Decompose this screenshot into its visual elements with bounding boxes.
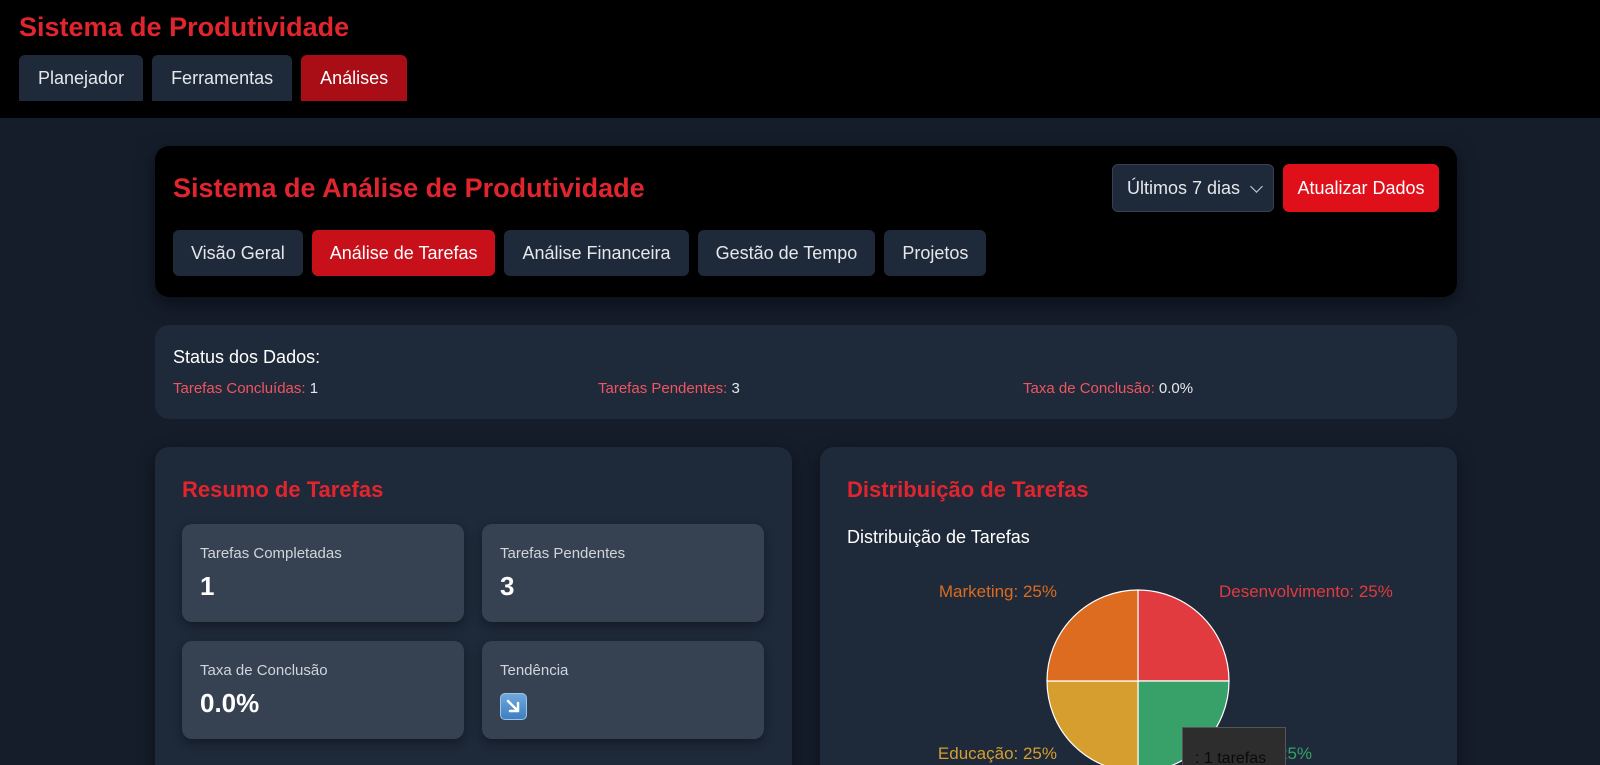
period-select[interactable]: Últimos 7 dias: [1112, 164, 1274, 212]
pie-label-desenvolvimento: Desenvolvimento: 25%: [1219, 582, 1393, 601]
status-rate-value: 0.0%: [1158, 380, 1194, 397]
tooltip-text: : 1 tarefas: [1195, 750, 1267, 765]
pie-slice-marketing[interactable]: [1046, 589, 1139, 682]
analytics-header-card: Sistema de Análise de Produtividade Últi…: [155, 146, 1457, 297]
tab-ferramentas[interactable]: Ferramentas: [152, 55, 293, 101]
stat-completed-value: 1: [200, 571, 215, 601]
chart-tooltip: : 1 tarefas: [1182, 727, 1286, 765]
stat-rate-label: Taxa de Conclusão: [200, 662, 328, 679]
pie-label-educação: Educação: 25%: [938, 744, 1057, 763]
stat-rate: Taxa de Conclusão 0.0%: [182, 641, 464, 739]
status-completed: Tarefas Concluídas: 1: [173, 380, 318, 397]
tab-analise-tarefas[interactable]: Análise de Tarefas: [311, 230, 496, 276]
task-summary-panel: Resumo de Tarefas Tarefas Completadas 1 …: [155, 447, 792, 765]
pie-label-marketing: Marketing: 25%: [939, 582, 1057, 601]
period-select-value: Últimos 7 dias: [1127, 178, 1241, 198]
refresh-data-button[interactable]: Atualizar Dados: [1283, 164, 1439, 212]
pie-slice-educação[interactable]: [1046, 680, 1139, 765]
analysis-tabs: Visão Geral Análise de Tarefas Análise F…: [173, 230, 987, 276]
task-distribution-panel: Distribuição de Tarefas Distribuição de …: [820, 447, 1457, 765]
stat-trend-label: Tendência: [500, 662, 569, 679]
stat-pending: Tarefas Pendentes 3: [482, 524, 764, 622]
stat-completed: Tarefas Completadas 1: [182, 524, 464, 622]
status-pending-label: Tarefas Pendentes:: [598, 380, 728, 397]
stat-completed-label: Tarefas Completadas: [200, 545, 342, 562]
page-title: Sistema de Análise de Produtividade: [173, 173, 645, 203]
chevron-down-icon: [1250, 180, 1263, 193]
top-navbar: Sistema de Produtividade Planejador Ferr…: [0, 0, 1600, 118]
task-summary-title: Resumo de Tarefas: [182, 477, 384, 502]
tab-visao-geral[interactable]: Visão Geral: [173, 230, 303, 276]
stat-pending-value: 3: [500, 571, 515, 601]
data-status-card: Status dos Dados: Tarefas Concluídas: 1 …: [155, 325, 1457, 419]
status-completed-value: 1: [309, 380, 319, 397]
app-title: Sistema de Produtividade: [19, 12, 350, 42]
tab-analises[interactable]: Análises: [301, 55, 408, 101]
tab-planejador[interactable]: Planejador: [19, 55, 144, 101]
status-pending-value: 3: [731, 380, 740, 397]
tab-gestao-tempo[interactable]: Gestão de Tempo: [697, 230, 876, 276]
status-completed-label: Tarefas Concluídas:: [173, 380, 306, 397]
tab-projetos[interactable]: Projetos: [884, 230, 987, 276]
status-rate: Taxa de Conclusão: 0.0%: [1023, 380, 1193, 397]
tab-analise-financeira[interactable]: Análise Financeira: [504, 230, 689, 276]
pie-chart: Desenvolvimento: 25%25%Educação: 25%Mark…: [938, 582, 1393, 765]
status-rate-label: Taxa de Conclusão:: [1023, 380, 1155, 397]
main-tabs: Planejador Ferramentas Análises: [19, 55, 408, 101]
stat-rate-value: 0.0%: [200, 688, 260, 718]
status-title: Status dos Dados:: [173, 347, 321, 367]
arrow-down-right-icon: [500, 693, 527, 720]
stat-pending-label: Tarefas Pendentes: [500, 545, 626, 562]
stat-trend: Tendência: [482, 641, 764, 739]
pie-slice-desenvolvimento[interactable]: [1137, 589, 1230, 682]
status-pending: Tarefas Pendentes: 3: [598, 380, 740, 397]
